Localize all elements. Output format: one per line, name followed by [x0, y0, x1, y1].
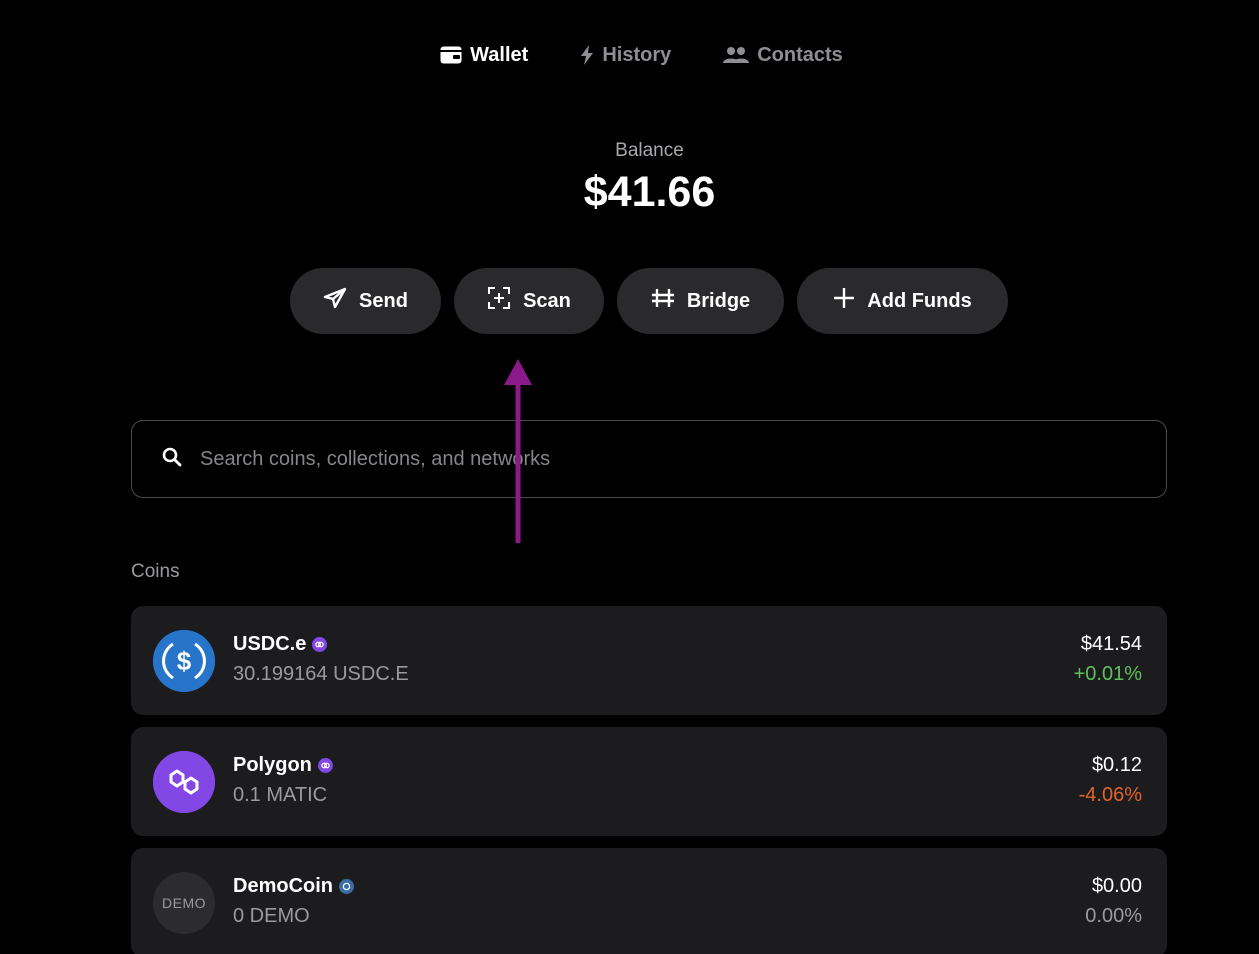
bridge-label: Bridge	[686, 289, 751, 312]
bridge-button[interactable]: Bridge	[617, 268, 784, 334]
balance-value: $41.66	[583, 168, 716, 216]
search-icon	[162, 447, 182, 472]
coin-row-democoin[interactable]: DEMO DemoCoin 0 DEMO $0.00 0.00%	[131, 848, 1167, 954]
coin-value: $41.54	[1080, 633, 1142, 655]
coin-list: $ USDC.e 30.199164 USDC.E $41.54 +0.01%	[131, 606, 1167, 954]
send-label: Send	[359, 289, 408, 312]
coin-change: 0.00%	[1085, 905, 1142, 927]
action-bar: Send Scan Bridge Add Funds	[290, 268, 1008, 334]
up-arrow-annotation-icon	[504, 359, 532, 543]
network-chain-icon	[339, 879, 354, 894]
coin-change: +0.01%	[1073, 663, 1142, 685]
svg-text:$: $	[177, 646, 192, 676]
tab-history[interactable]: History	[580, 44, 671, 67]
coins-section-title: Coins	[131, 561, 180, 582]
coin-row-usdc[interactable]: $ USDC.e 30.199164 USDC.E $41.54 +0.01%	[131, 606, 1167, 715]
usdc-icon: $	[153, 630, 215, 692]
polygon-icon	[153, 751, 215, 813]
balance-label: Balance	[615, 140, 684, 161]
coin-name: Polygon	[233, 754, 312, 776]
coin-change: -4.06%	[1078, 784, 1142, 806]
democoin-icon-text: DEMO	[162, 895, 206, 911]
top-nav: Wallet History Contacts	[0, 38, 1259, 72]
coin-value: $0.12	[1091, 754, 1142, 776]
coin-value: $0.00	[1091, 875, 1142, 897]
coin-amount: 0 DEMO	[233, 905, 310, 927]
coin-row-polygon[interactable]: Polygon 0.1 MATIC $0.12 -4.06%	[131, 727, 1167, 836]
polygon-chain-icon	[317, 758, 333, 773]
search-box[interactable]	[131, 420, 1167, 498]
wallet-page: Wallet History Contacts Balance $41.66 S…	[0, 0, 1259, 954]
coin-name: USDC.e	[233, 633, 307, 655]
democoin-icon: DEMO	[153, 872, 215, 934]
people-icon	[723, 46, 750, 64]
lightning-icon	[580, 45, 594, 65]
coin-amount: 30.199164 USDC.E	[233, 663, 409, 685]
add-funds-button[interactable]: Add Funds	[797, 268, 1008, 334]
tab-wallet[interactable]: Wallet	[440, 44, 528, 67]
tab-contacts-label: Contacts	[757, 43, 843, 66]
send-button[interactable]: Send	[290, 268, 441, 334]
tab-contacts[interactable]: Contacts	[723, 44, 843, 67]
add-funds-label: Add Funds	[867, 289, 972, 312]
scan-button[interactable]: Scan	[454, 268, 604, 334]
tab-wallet-label: Wallet	[470, 43, 529, 66]
bridge-icon	[651, 287, 675, 315]
scan-label: Scan	[523, 289, 571, 312]
scan-icon	[487, 286, 511, 316]
coin-name: DemoCoin	[233, 875, 333, 897]
search-input[interactable]	[198, 446, 1102, 472]
send-icon	[323, 287, 347, 315]
wallet-icon	[440, 46, 462, 64]
plus-icon	[833, 287, 855, 315]
coin-amount: 0.1 MATIC	[233, 784, 328, 806]
tab-history-label: History	[602, 43, 672, 66]
polygon-chain-icon	[312, 637, 328, 652]
